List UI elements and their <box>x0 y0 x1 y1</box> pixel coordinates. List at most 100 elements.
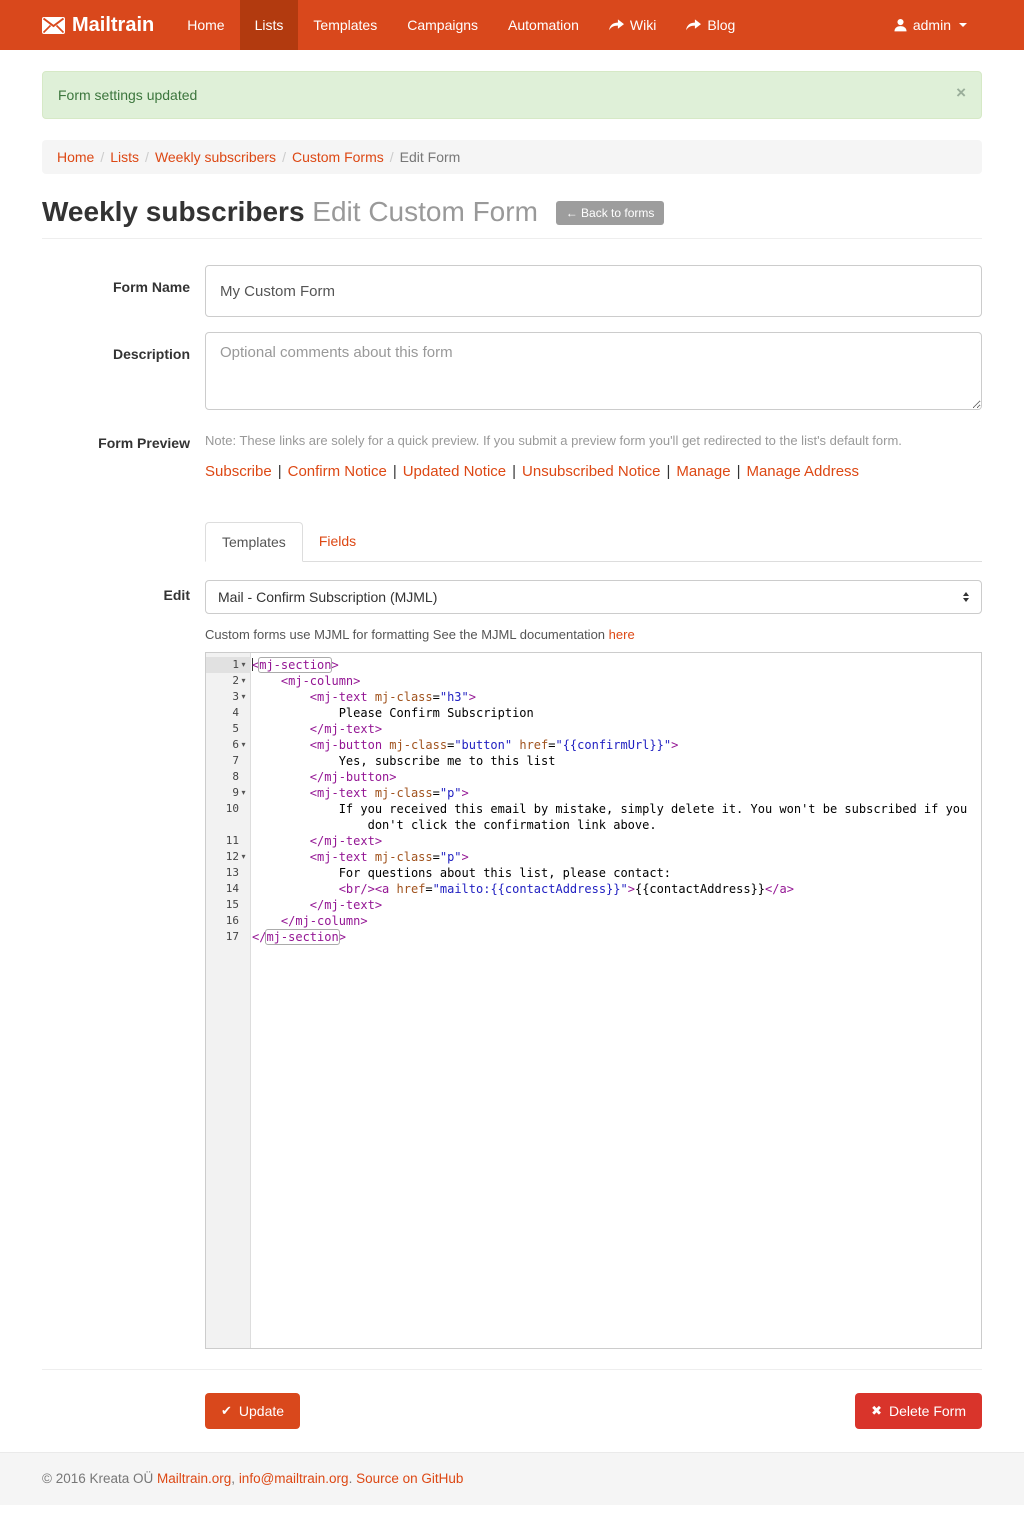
mjml-doc-link[interactable]: here <box>609 627 635 642</box>
code-line[interactable]: 14 <br/><a href="mailto:{{contactAddress… <box>252 881 981 897</box>
delete-form-button[interactable]: ✖ Delete Form <box>855 1393 982 1429</box>
top-navbar: Mailtrain Home Lists Templates Campaigns… <box>0 0 1024 50</box>
footer-link-github[interactable]: Source on GitHub <box>356 1471 463 1486</box>
code-line[interactable]: 11 </mj-text> <box>252 833 981 849</box>
preview-link-manage-address[interactable]: Manage Address <box>746 463 859 480</box>
code-line[interactable]: 12▾ <mj-text mj-class="p"> <box>252 849 981 865</box>
code-line[interactable]: 5 </mj-text> <box>252 721 981 737</box>
line-number: 3▾ <box>206 689 251 705</box>
line-number: 17 <box>206 929 251 945</box>
nav-item-templates[interactable]: Templates <box>298 0 392 50</box>
code-line[interactable]: 13 For questions about this list, please… <box>252 865 981 881</box>
tab-fields[interactable]: Fields <box>303 522 372 562</box>
alert-message: Form settings updated <box>58 87 197 103</box>
breadcrumb-home[interactable]: Home <box>57 149 94 165</box>
line-number: 11 <box>206 833 251 849</box>
tab-bar: Templates Fields <box>205 522 982 562</box>
form-preview-label: Form Preview <box>42 428 190 480</box>
nav-item-wiki[interactable]: Wiki <box>594 0 671 50</box>
nav-item-home[interactable]: Home <box>172 0 239 50</box>
template-select-value: Mail - Confirm Subscription (MJML) <box>218 589 437 605</box>
line-number: 4 <box>206 705 251 721</box>
code-line[interactable]: 4 Please Confirm Subscription <box>252 705 981 721</box>
page-header: Weekly subscribers Edit Custom Form ← Ba… <box>42 196 982 239</box>
line-number: 2▾ <box>206 673 251 689</box>
code-line[interactable]: 10 If you received this email by mistake… <box>252 801 981 817</box>
fold-arrow-icon[interactable]: ▾ <box>239 673 248 689</box>
code-line[interactable]: 17</mj-section> <box>252 929 981 945</box>
line-number: 8 <box>206 769 251 785</box>
line-number: 1▾ <box>206 657 251 673</box>
code-line[interactable]: 6▾ <mj-button mj-class="button" href="{{… <box>252 737 981 753</box>
brand-label: Mailtrain <box>72 14 154 37</box>
code-line[interactable]: 7 Yes, subscribe me to this list <box>252 753 981 769</box>
code-line[interactable]: 3▾ <mj-text mj-class="h3"> <box>252 689 981 705</box>
update-button[interactable]: ✔ Update <box>205 1393 300 1429</box>
footer-link-email[interactable]: info@mailtrain.org <box>239 1471 349 1486</box>
breadcrumb: Home/Lists/Weekly subscribers/Custom For… <box>42 140 982 174</box>
fold-arrow-icon[interactable]: ▾ <box>239 689 248 705</box>
line-number: 14 <box>206 881 251 897</box>
code-line[interactable]: 16 </mj-column> <box>252 913 981 929</box>
nav-item-blog[interactable]: Blog <box>671 0 750 50</box>
fold-arrow-icon[interactable]: ▾ <box>239 785 248 801</box>
line-number: 15 <box>206 897 251 913</box>
close-icon[interactable]: × <box>956 84 966 101</box>
code-line[interactable]: 1▾<mj-section> <box>252 657 981 673</box>
line-number: 7 <box>206 753 251 769</box>
breadcrumb-lists[interactable]: Lists <box>110 149 139 165</box>
back-to-forms-button[interactable]: ← Back to forms <box>556 201 665 225</box>
line-number: 12▾ <box>206 849 251 865</box>
line-number: 9▾ <box>206 785 251 801</box>
code-line[interactable]: 9▾ <mj-text mj-class="p"> <box>252 785 981 801</box>
line-number: 6▾ <box>206 737 251 753</box>
alert-success: Form settings updated × <box>42 71 982 119</box>
form-name-input[interactable] <box>205 265 982 317</box>
footer: © 2016 Kreata OÜ Mailtrain.org, info@mai… <box>0 1452 1024 1505</box>
nav-item-campaigns[interactable]: Campaigns <box>392 0 493 50</box>
page-title: Weekly subscribers <box>42 196 305 227</box>
template-select[interactable]: Mail - Confirm Subscription (MJML) <box>205 580 982 614</box>
preview-link-unsubscribed-notice[interactable]: Unsubscribed Notice <box>522 463 660 480</box>
breadcrumb-weekly-subscribers[interactable]: Weekly subscribers <box>155 149 276 165</box>
x-icon: ✖ <box>871 1403 882 1419</box>
fold-arrow-icon[interactable]: ▾ <box>239 849 248 865</box>
select-caret-icon <box>963 592 969 602</box>
user-menu[interactable]: admin <box>879 0 982 50</box>
preview-link-updated-notice[interactable]: Updated Notice <box>403 463 506 480</box>
edit-label: Edit <box>42 580 190 614</box>
description-textarea[interactable] <box>205 332 982 410</box>
share-arrow-icon <box>609 19 624 31</box>
code-editor[interactable]: 1▾<mj-section>2▾ <mj-column>3▾ <mj-text … <box>205 652 982 1349</box>
nav-item-lists[interactable]: Lists <box>240 0 299 50</box>
code-line[interactable]: 8 </mj-button> <box>252 769 981 785</box>
copyright-text: © 2016 Kreata OÜ <box>42 1471 157 1486</box>
chevron-down-icon <box>959 23 967 27</box>
line-number: 16 <box>206 913 251 929</box>
line-number <box>206 817 251 833</box>
preview-links: Subscribe|Confirm Notice|Updated Notice|… <box>205 463 982 480</box>
code-line[interactable]: 15 </mj-text> <box>252 897 981 913</box>
breadcrumb-current: Edit Form <box>400 149 461 165</box>
line-number: 13 <box>206 865 251 881</box>
tab-templates[interactable]: Templates <box>205 522 303 562</box>
form-name-label: Form Name <box>42 265 190 317</box>
fold-arrow-icon[interactable]: ▾ <box>239 737 248 753</box>
footer-link-mailtrain[interactable]: Mailtrain.org <box>157 1471 231 1486</box>
preview-link-manage[interactable]: Manage <box>676 463 730 480</box>
code-line[interactable]: 2▾ <mj-column> <box>252 673 981 689</box>
preview-link-confirm-notice[interactable]: Confirm Notice <box>288 463 387 480</box>
check-icon: ✔ <box>221 1403 232 1419</box>
code-line[interactable]: don't click the confirmation link above. <box>252 817 981 833</box>
page-subtitle: Edit Custom Form <box>312 196 538 227</box>
user-icon <box>894 18 907 32</box>
preview-link-subscribe[interactable]: Subscribe <box>205 463 272 480</box>
fold-arrow-icon[interactable]: ▾ <box>239 657 248 673</box>
breadcrumb-custom-forms[interactable]: Custom Forms <box>292 149 384 165</box>
divider <box>42 1369 982 1370</box>
mjml-help-text: Custom forms use MJML for formatting See… <box>205 627 982 642</box>
brand-logo[interactable]: Mailtrain <box>42 0 172 50</box>
line-number: 10 <box>206 801 251 817</box>
description-label: Description <box>42 332 190 413</box>
nav-item-automation[interactable]: Automation <box>493 0 594 50</box>
